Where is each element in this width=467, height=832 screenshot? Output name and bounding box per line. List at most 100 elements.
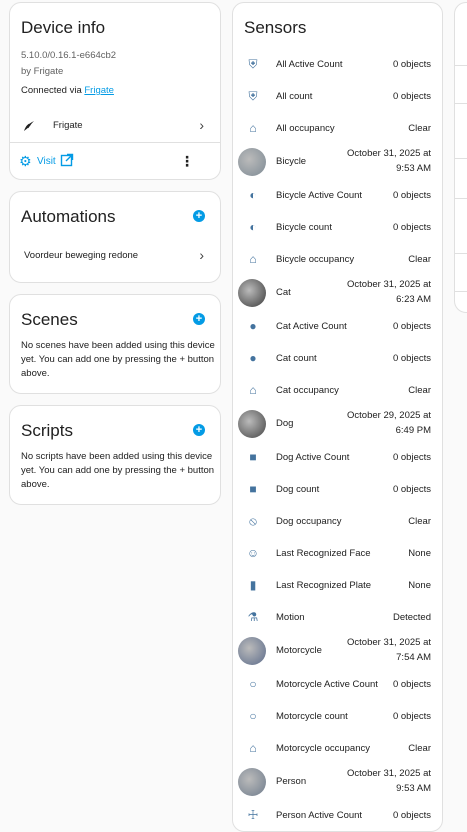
sensor-row[interactable]: ■ Dog count 0 objects — [233, 473, 442, 505]
sensor-value: October 31, 2025 at 9:53 AM — [331, 766, 431, 796]
sensor-row[interactable]: ○ Motorcycle count 0 objects — [233, 700, 442, 732]
sensor-row[interactable]: Motorcycle October 31, 2025 at 7:54 AM — [233, 633, 442, 668]
cat-avatar — [238, 278, 266, 307]
open-in-new-icon — [60, 153, 74, 172]
sensor-value: Clear — [408, 515, 431, 527]
home-icon: ⌂ — [249, 741, 257, 755]
sensor-value: None — [408, 547, 431, 559]
automation-label: Voordeur beweging redone — [24, 250, 139, 261]
partial-card-divider — [455, 158, 467, 159]
shield-icon: ⛨ — [248, 57, 258, 71]
scripts-empty-text: No scripts have been added using this de… — [21, 451, 215, 490]
motorbike-icon: ○ — [249, 709, 257, 723]
sensor-row[interactable]: Dog October 29, 2025 at 6:49 PM — [233, 406, 442, 441]
bicycle-avatar — [238, 147, 266, 176]
sensor-row[interactable]: ⌂ Bicycle occupancy Clear — [233, 243, 442, 275]
scenes-card: Scenes + No scenes have been added using… — [9, 294, 221, 394]
sensor-name: Person — [276, 776, 307, 787]
scripts-title: Scripts — [21, 421, 73, 440]
dog-icon: ■ — [249, 482, 257, 496]
sensor-row[interactable]: ◐ Bicycle count 0 objects — [233, 211, 442, 243]
visit-button[interactable]: ⚙ Visit — [19, 153, 89, 171]
face-recognition-icon: ☺ — [246, 546, 260, 560]
sensor-value: October 31, 2025 at 7:54 AM — [331, 635, 431, 665]
sensor-name: Bicycle count — [276, 221, 332, 233]
motion-icon: ⚗ — [247, 610, 259, 624]
cat-icon: ● — [249, 351, 257, 365]
sensor-row[interactable]: ○ Motorcycle Active Count 0 objects — [233, 668, 442, 700]
home-icon: ⌂ — [249, 252, 257, 266]
sensor-name: Motion — [276, 611, 305, 623]
dog-icon: ■ — [249, 450, 257, 464]
automation-item[interactable]: Voordeur beweging redone › — [10, 242, 220, 270]
sensor-value: October 31, 2025 at 6:23 AM — [331, 277, 431, 307]
sensor-name: Person Active Count — [276, 809, 363, 821]
cat-icon: ● — [249, 319, 257, 333]
more-vert-icon[interactable]: ⋮ — [180, 153, 194, 170]
sensor-row[interactable]: ⚗ Motion Detected — [233, 601, 442, 633]
add-script-button[interactable]: + — [193, 424, 205, 436]
sensor-value-date: October 31, 2025 at — [347, 279, 431, 290]
bicycle-icon: ◐ — [249, 220, 257, 234]
sensor-name: Motorcycle occupancy — [276, 742, 370, 754]
sensor-row[interactable]: ⛨ All count 0 objects — [233, 80, 442, 112]
scenes-title: Scenes — [21, 310, 78, 329]
sensor-value: October 31, 2025 at 9:53 AM — [331, 146, 431, 176]
scripts-card: Scripts + No scripts have been added usi… — [9, 405, 221, 505]
chevron-right-icon: › — [199, 247, 204, 263]
sensor-row[interactable]: ■ Dog Active Count 0 objects — [233, 441, 442, 473]
sensor-value: Clear — [408, 253, 431, 265]
sensor-value-time: 9:53 AM — [396, 783, 431, 794]
partial-card — [454, 2, 467, 313]
sensor-row[interactable]: ◐ Bicycle Active Count 0 objects — [233, 179, 442, 211]
sensor-value-time: 6:49 PM — [395, 425, 431, 436]
connected-via-link[interactable]: Frigate — [84, 85, 114, 96]
barcode-icon: ▮ — [249, 578, 257, 592]
automations-title: Automations — [21, 207, 116, 226]
device-info-title: Device info — [21, 18, 106, 37]
motorcycle-avatar — [238, 636, 266, 665]
sensors-title: Sensors — [244, 18, 307, 37]
sensor-row[interactable]: ▮ Last Recognized Plate None — [233, 569, 442, 601]
sensor-row[interactable]: ⌂ Cat occupancy Clear — [233, 374, 442, 406]
sensor-row[interactable]: ☺ Last Recognized Face None — [233, 537, 442, 569]
add-automation-button[interactable]: + — [193, 210, 205, 222]
scenes-empty-text: No scenes have been added using this dev… — [21, 340, 215, 379]
sensor-name: Cat Active Count — [276, 320, 347, 332]
sensor-value: 0 objects — [392, 320, 431, 332]
integration-name: Frigate — [53, 120, 83, 131]
sensor-row[interactable]: ☩ Person Active Count 0 objects — [233, 799, 442, 831]
sensor-row[interactable]: ● Cat Active Count 0 objects — [233, 310, 442, 342]
sensor-row[interactable]: ⦸ Dog occupancy Clear — [233, 505, 442, 537]
partial-card-divider — [455, 253, 467, 254]
sensor-name: Last Recognized Face — [276, 547, 371, 559]
add-scene-button[interactable]: + — [193, 313, 205, 325]
sensor-row[interactable]: ⌂ All occupancy Clear — [233, 112, 442, 144]
sensor-value: Clear — [408, 384, 431, 396]
automations-card: Automations + Voordeur beweging redone › — [9, 191, 221, 283]
connected-via: Connected via Frigate — [21, 85, 114, 96]
device-version: 5.10.0/0.16.1-e664cb2 — [21, 50, 117, 61]
gear-icon: ⚙ — [19, 153, 32, 169]
sensor-row[interactable]: Bicycle October 31, 2025 at 9:53 AM — [233, 144, 442, 179]
sensor-value: Clear — [408, 742, 431, 754]
sensor-value: Clear — [408, 122, 431, 134]
bicycle-icon: ◐ — [249, 188, 257, 202]
sensor-value: 0 objects — [392, 710, 431, 722]
visit-label: Visit — [37, 156, 56, 167]
sensor-row[interactable]: Cat October 31, 2025 at 6:23 AM — [233, 275, 442, 310]
sensor-row[interactable]: ⛨ All Active Count 0 objects — [233, 48, 442, 80]
sensor-row[interactable]: Person October 31, 2025 at 9:53 AM — [233, 764, 442, 799]
sensor-value: 0 objects — [392, 678, 431, 690]
sensor-value-date: October 31, 2025 at — [347, 637, 431, 648]
sensor-name: All count — [276, 90, 313, 102]
sensor-name: Bicycle Active Count — [276, 189, 363, 201]
connected-via-label: Connected via — [21, 85, 85, 96]
sensor-name: Motorcycle count — [276, 710, 348, 722]
integration-row[interactable]: Frigate › — [10, 111, 220, 143]
sensor-value: 0 objects — [392, 352, 431, 364]
partial-card-divider — [455, 103, 467, 104]
sensor-row[interactable]: ● Cat count 0 objects — [233, 342, 442, 374]
sensor-row[interactable]: ⌂ Motorcycle occupancy Clear — [233, 732, 442, 764]
person-icon: ☩ — [247, 808, 259, 822]
